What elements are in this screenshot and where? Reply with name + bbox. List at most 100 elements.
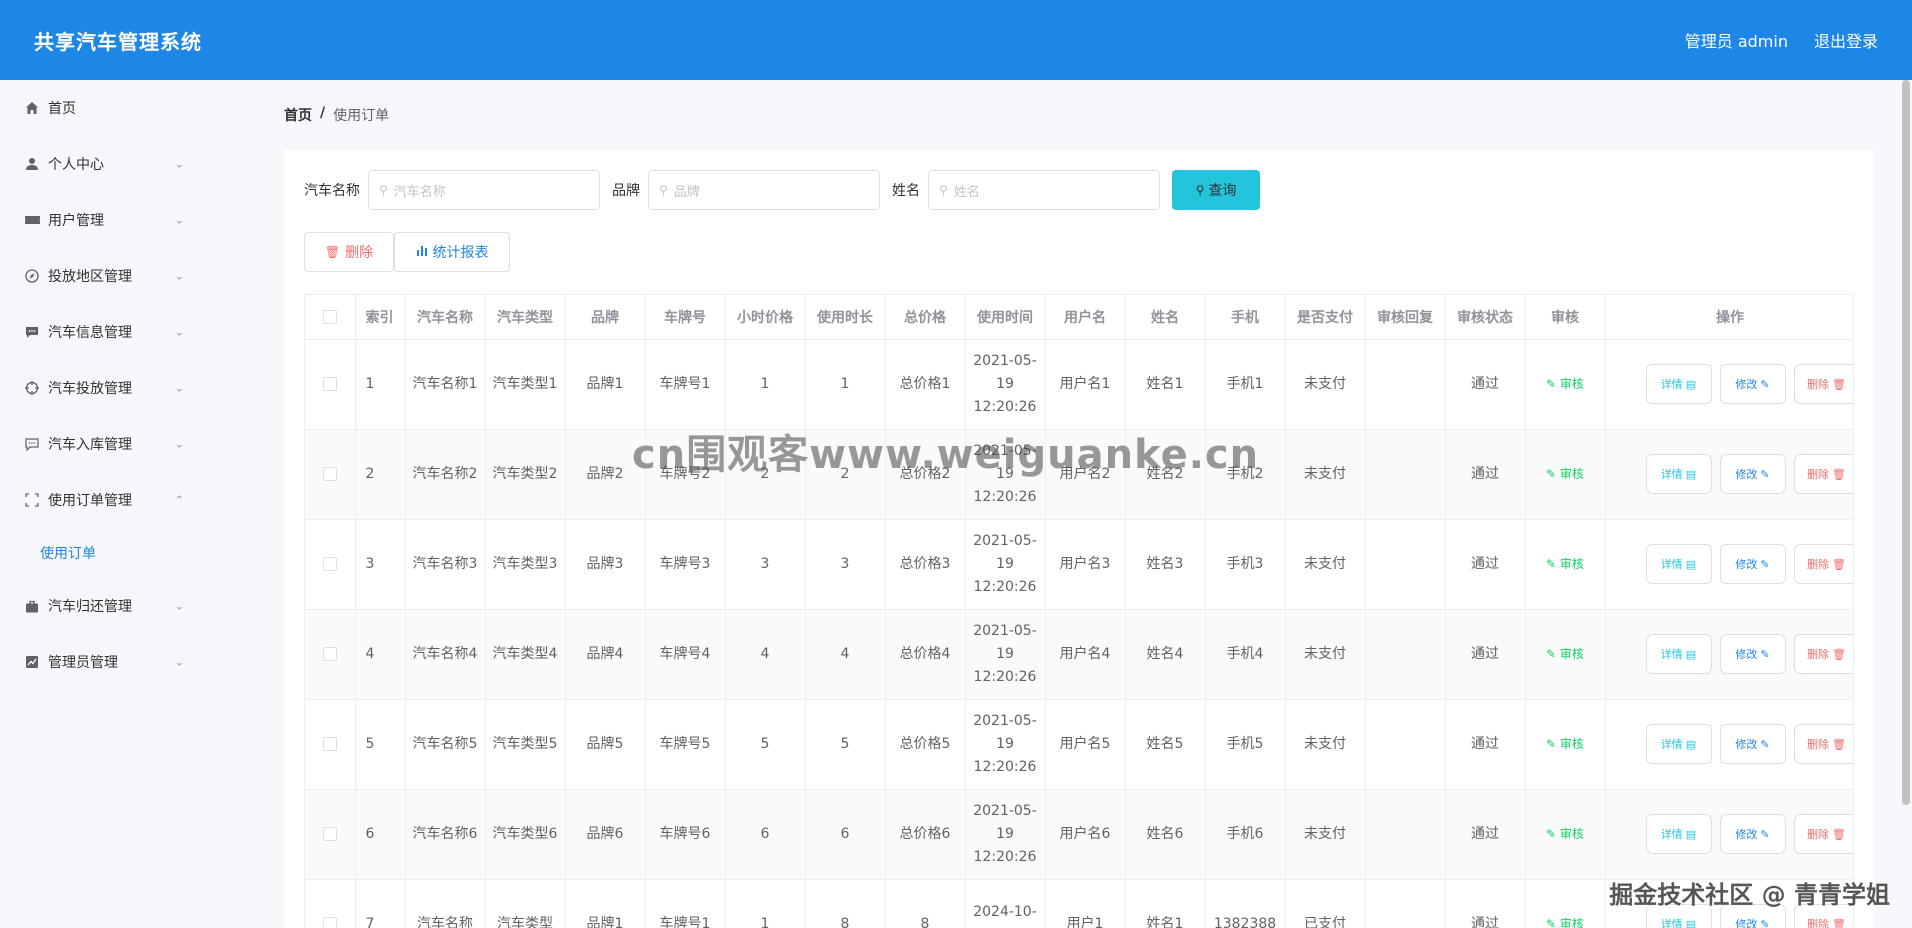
name-input[interactable]: ⚲ 姓名 bbox=[928, 170, 1160, 210]
detail-button[interactable]: 详情 ▤ bbox=[1645, 634, 1712, 674]
query-button[interactable]: ⚲ 查询 bbox=[1172, 170, 1260, 210]
search-icon: ⚲ bbox=[659, 183, 668, 197]
row-select-cell[interactable] bbox=[305, 519, 356, 610]
edit-button[interactable]: 修改 ✎ bbox=[1719, 904, 1786, 928]
fullscreen-icon bbox=[24, 492, 40, 508]
cell-name: 姓名3 bbox=[1125, 519, 1206, 610]
detail-button[interactable]: 详情 ▤ bbox=[1645, 904, 1712, 928]
row-checkbox[interactable] bbox=[322, 466, 337, 481]
car-name-input[interactable]: ⚲ 汽车名称 bbox=[368, 170, 600, 210]
edit-button[interactable]: 修改 ✎ bbox=[1719, 724, 1786, 764]
cell-car-type: 汽车类型1 bbox=[485, 339, 566, 430]
sidebar-item-order-management[interactable]: 使用订单管理 ⌃ bbox=[0, 472, 262, 528]
cell-audit: ✎ 审核 bbox=[1525, 879, 1606, 928]
cell-username: 用户名4 bbox=[1045, 609, 1126, 700]
row-checkbox[interactable] bbox=[322, 826, 337, 841]
chevron-down-icon: ⌄ bbox=[174, 325, 184, 339]
column-header: 姓名 bbox=[1125, 295, 1206, 340]
cell-audit: ✎ 审核 bbox=[1525, 429, 1606, 520]
delete-button[interactable]: 删除 🗑 bbox=[1793, 454, 1853, 494]
delete-button[interactable]: 删除 🗑 bbox=[1793, 904, 1853, 928]
sidebar-item-user-management[interactable]: 用户管理 ⌄ bbox=[0, 192, 262, 248]
cell-car-name: 汽车名称3 bbox=[405, 519, 486, 610]
brand-input[interactable]: ⚲ 品牌 bbox=[648, 170, 880, 210]
detail-button[interactable]: 详情 ▤ bbox=[1645, 724, 1712, 764]
edit-button[interactable]: 修改 ✎ bbox=[1719, 544, 1786, 584]
cell-brand: 品牌2 bbox=[565, 429, 646, 520]
row-checkbox[interactable] bbox=[322, 556, 337, 571]
row-checkbox[interactable] bbox=[322, 376, 337, 391]
cell-hour-price: 2 bbox=[725, 429, 806, 520]
cell-car-type: 汽车类型5 bbox=[485, 699, 566, 790]
cell-name: 姓名5 bbox=[1125, 699, 1206, 790]
row-select-cell[interactable] bbox=[305, 789, 356, 880]
compass-icon bbox=[24, 268, 40, 284]
audit-link[interactable]: ✎ 审核 bbox=[1546, 557, 1584, 571]
breadcrumb-home[interactable]: 首页 bbox=[284, 105, 312, 125]
select-all-cell[interactable] bbox=[305, 295, 356, 340]
delete-button[interactable]: 删除 🗑 bbox=[1793, 364, 1853, 404]
detail-button[interactable]: 详情 ▤ bbox=[1645, 544, 1712, 584]
cell-paid: 未支付 bbox=[1285, 789, 1366, 880]
cell-status: 通过 bbox=[1445, 699, 1526, 790]
delete-button[interactable]: 删除 🗑 bbox=[1793, 814, 1853, 854]
cell-duration: 4 bbox=[805, 609, 886, 700]
sidebar-item-car-deploy-management[interactable]: 汽车投放管理 ⌄ bbox=[0, 360, 262, 416]
sidebar-item-admin-management[interactable]: 管理员管理 ⌄ bbox=[0, 634, 262, 690]
sidebar-item-personal-center[interactable]: 个人中心 ⌄ bbox=[0, 136, 262, 192]
select-all-checkbox[interactable] bbox=[322, 309, 337, 324]
home-icon bbox=[24, 100, 40, 116]
edit-button[interactable]: 修改 ✎ bbox=[1719, 634, 1786, 674]
delete-button-label: 删除 bbox=[1807, 917, 1830, 928]
edit-pen-icon: ✎ bbox=[1546, 376, 1560, 391]
edit-button[interactable]: 修改 ✎ bbox=[1719, 364, 1786, 404]
sidebar-item-region-management[interactable]: 投放地区管理 ⌄ bbox=[0, 248, 262, 304]
sidebar-item-label: 首页 bbox=[48, 101, 76, 117]
sidebar-item-car-storage-management[interactable]: 汽车入库管理 ⌄ bbox=[0, 416, 262, 472]
batch-delete-button[interactable]: 🗑 删除 bbox=[304, 232, 394, 272]
cell-audit: ✎ 审核 bbox=[1525, 609, 1606, 700]
cell-use-time: 2021-05-19 12:20:26 bbox=[965, 519, 1046, 610]
cell-reply bbox=[1365, 519, 1446, 610]
cell-paid: 未支付 bbox=[1285, 339, 1366, 430]
audit-link[interactable]: ✎ 审核 bbox=[1546, 827, 1584, 841]
row-select-cell[interactable] bbox=[305, 609, 356, 700]
column-header: 审核回复 bbox=[1365, 295, 1446, 340]
delete-button[interactable]: 删除 🗑 bbox=[1793, 724, 1853, 764]
delete-button[interactable]: 删除 🗑 bbox=[1793, 634, 1853, 674]
detail-button[interactable]: 详情 ▤ bbox=[1645, 454, 1712, 494]
column-header: 审核 bbox=[1525, 295, 1606, 340]
bar-chart-icon bbox=[416, 245, 428, 260]
detail-button[interactable]: 详情 ▤ bbox=[1645, 814, 1712, 854]
row-select-cell[interactable] bbox=[305, 429, 356, 520]
page-scrollbar[interactable] bbox=[1902, 80, 1910, 805]
detail-button[interactable]: 详情 ▤ bbox=[1645, 364, 1712, 404]
sidebar-item-home[interactable]: 首页 bbox=[0, 80, 262, 136]
audit-link[interactable]: ✎ 审核 bbox=[1546, 467, 1584, 481]
sidebar-item-car-return-management[interactable]: 汽车归还管理 ⌄ bbox=[0, 578, 262, 634]
row-checkbox[interactable] bbox=[322, 646, 337, 661]
row-select-cell[interactable] bbox=[305, 699, 356, 790]
edit-button[interactable]: 修改 ✎ bbox=[1719, 454, 1786, 494]
audit-link[interactable]: ✎ 审核 bbox=[1546, 737, 1584, 751]
logout-link[interactable]: 退出登录 bbox=[1814, 28, 1878, 52]
stats-report-button[interactable]: 统计报表 bbox=[394, 232, 510, 272]
delete-button[interactable]: 删除 🗑 bbox=[1793, 544, 1853, 584]
edit-button[interactable]: 修改 ✎ bbox=[1719, 814, 1786, 854]
row-checkbox[interactable] bbox=[322, 736, 337, 751]
cell-idx: 6 bbox=[355, 789, 406, 880]
sidebar-item-car-info-management[interactable]: 汽车信息管理 ⌄ bbox=[0, 304, 262, 360]
edit-pen-icon: ✎ bbox=[1760, 917, 1770, 928]
cell-reply bbox=[1365, 699, 1446, 790]
cell-use-time: 2021-05-19 12:20:26 bbox=[965, 699, 1046, 790]
row-select-cell[interactable] bbox=[305, 879, 356, 928]
row-select-cell[interactable] bbox=[305, 339, 356, 430]
audit-link[interactable]: ✎ 审核 bbox=[1546, 377, 1584, 391]
cell-status: 通过 bbox=[1445, 339, 1526, 430]
chevron-up-icon: ⌃ bbox=[174, 493, 184, 507]
row-checkbox[interactable] bbox=[322, 916, 337, 928]
sidebar-subitem-orders[interactable]: 使用订单 bbox=[0, 528, 262, 578]
audit-link[interactable]: ✎ 审核 bbox=[1546, 917, 1584, 928]
audit-link[interactable]: ✎ 审核 bbox=[1546, 647, 1584, 661]
name-placeholder: 姓名 bbox=[953, 184, 980, 200]
